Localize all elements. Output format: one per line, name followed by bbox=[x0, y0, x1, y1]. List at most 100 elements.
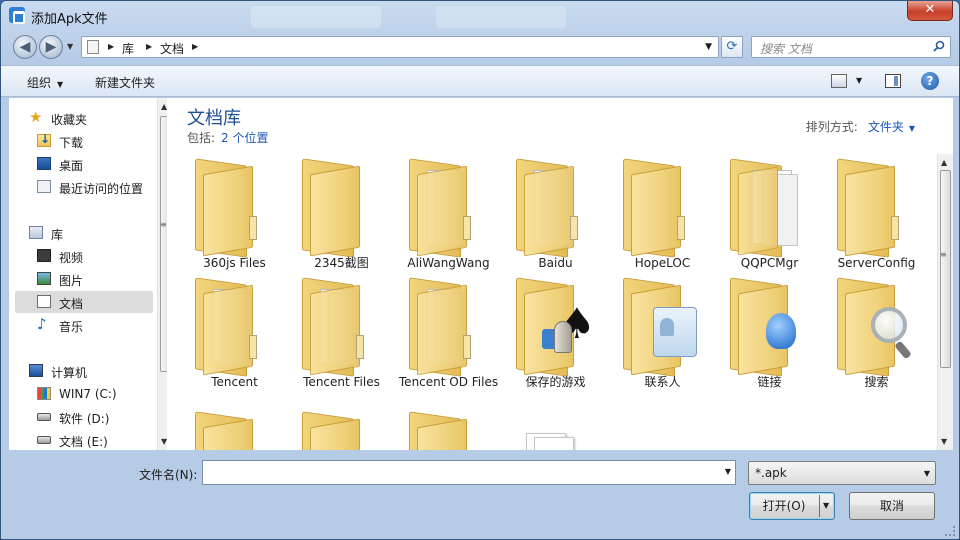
drive-icon bbox=[37, 413, 51, 421]
folder-item[interactable]: 2345截图 bbox=[288, 158, 395, 278]
desktop-icon bbox=[37, 157, 51, 170]
recent-pages-dropdown-icon[interactable]: ▼ bbox=[67, 42, 73, 51]
sidebar-item-drive-e[interactable]: 文档 (E:) bbox=[15, 429, 153, 451]
open-options-dropdown-icon[interactable]: ▼ bbox=[823, 493, 829, 519]
chess-pawn-spade-icon: ♠ bbox=[542, 303, 596, 357]
folder-item[interactable]: HopeLOC bbox=[609, 158, 716, 278]
file-type-select[interactable]: *.apk ▼ bbox=[748, 461, 936, 485]
arrange-by-dropdown[interactable]: 文件夹 bbox=[868, 120, 904, 134]
folder-icon bbox=[837, 158, 915, 258]
filename-label: 文件名(N): bbox=[139, 468, 198, 482]
folder-label: 2345截图 bbox=[314, 256, 369, 270]
sidebar-item-drive-c[interactable]: WIN7 (C:) bbox=[15, 383, 153, 405]
sidebar-item-drive-d[interactable]: 软件 (D:) bbox=[15, 406, 153, 428]
content-scrollbar[interactable]: ▲ ≡ ▼ bbox=[937, 154, 953, 450]
folder-with-documents-icon bbox=[302, 277, 380, 377]
refresh-button[interactable]: ⟳ bbox=[721, 36, 743, 58]
saved-games-folder-icon: ♠ bbox=[516, 277, 596, 377]
search-icon[interactable] bbox=[933, 40, 945, 52]
cancel-button[interactable]: 取消 bbox=[849, 492, 935, 520]
chevron-down-icon[interactable]: ▼ bbox=[909, 124, 915, 133]
folder-with-documents-icon bbox=[516, 158, 594, 258]
change-view-icon[interactable] bbox=[831, 74, 847, 88]
sidebar-computer[interactable]: 计算机 bbox=[15, 360, 153, 382]
folder-item[interactable]: AliWangWang bbox=[395, 158, 502, 278]
sidebar-item-label: WIN7 (C:) bbox=[59, 387, 117, 401]
documents-library-icon bbox=[37, 295, 51, 308]
sidebar-item-label: 音乐 bbox=[59, 320, 84, 334]
sidebar-item-documents[interactable]: 文档 bbox=[15, 291, 153, 313]
sidebar-libraries[interactable]: 库 bbox=[15, 222, 153, 244]
search-placeholder: 搜索 文档 bbox=[760, 42, 812, 56]
address-bar[interactable]: ▶ 库 ▶ 文档 ▶ ▼ bbox=[81, 36, 719, 58]
preview-pane-icon[interactable] bbox=[885, 74, 901, 88]
chevron-down-icon[interactable]: ▼ bbox=[924, 469, 930, 478]
folder-item[interactable]: Tencent bbox=[181, 277, 288, 397]
folder-item[interactable]: Baidu bbox=[502, 158, 609, 278]
window-title: 添加Apk文件 bbox=[31, 12, 108, 27]
includes-locations-link[interactable]: 2 个位置 bbox=[221, 131, 268, 145]
filename-input[interactable] bbox=[205, 463, 705, 482]
command-toolbar: 组织 ▼ 新建文件夹 ▼ ? bbox=[1, 65, 959, 97]
scroll-up-arrow-icon[interactable]: ▲ bbox=[941, 158, 947, 167]
folder-item[interactable]: 搜索 bbox=[823, 277, 930, 397]
breadcrumb-separator-icon[interactable]: ▶ bbox=[108, 42, 114, 51]
windows-drive-icon bbox=[37, 387, 51, 400]
folder-label: Baidu bbox=[538, 256, 573, 270]
address-history-dropdown-icon[interactable]: ▼ bbox=[705, 42, 712, 52]
folder-with-documents-icon bbox=[730, 158, 808, 258]
breadcrumb-separator-icon[interactable]: ▶ bbox=[146, 42, 152, 51]
breadcrumb-separator-icon[interactable]: ▶ bbox=[192, 42, 198, 51]
pictures-library-icon bbox=[37, 272, 51, 285]
new-folder-button[interactable]: 新建文件夹 bbox=[95, 74, 155, 91]
sidebar-item-music[interactable]: ♪ 音乐 bbox=[15, 314, 153, 336]
file-list-pane: 文档库 包括: 2 个位置 排列方式: 文件夹 ▼ 360js Files 2345截… bbox=[167, 98, 953, 450]
sidebar-favorites[interactable]: ★ 收藏夹 bbox=[15, 107, 153, 129]
file-item[interactable] bbox=[502, 411, 609, 450]
scroll-down-arrow-icon[interactable]: ▼ bbox=[941, 437, 947, 446]
split-divider bbox=[819, 495, 820, 517]
scrollbar-thumb[interactable] bbox=[940, 170, 951, 368]
magnifier-icon bbox=[867, 307, 912, 360]
close-button[interactable]: ✕ bbox=[907, 1, 953, 21]
folder-item[interactable]: ServerConfig bbox=[823, 158, 930, 278]
contact-card-icon bbox=[653, 307, 697, 357]
sidebar-item-label: 最近访问的位置 bbox=[59, 182, 144, 196]
sidebar-item-downloads[interactable]: 下载 bbox=[15, 130, 153, 152]
links-folder-icon bbox=[730, 277, 808, 377]
folder-label: AliWangWang bbox=[407, 256, 490, 270]
folder-item[interactable] bbox=[395, 411, 502, 450]
sidebar-item-desktop[interactable]: 桌面 bbox=[15, 153, 153, 175]
sidebar-item-pictures[interactable]: 图片 bbox=[15, 268, 153, 290]
help-icon[interactable]: ? bbox=[921, 72, 939, 90]
folder-item[interactable]: ♠ 保存的游戏 bbox=[502, 277, 609, 397]
open-button[interactable]: 打开(O) ▼ bbox=[749, 492, 835, 520]
sidebar-item-label: 视频 bbox=[59, 251, 84, 265]
filename-combobox[interactable]: ▼ bbox=[202, 460, 736, 485]
folder-item[interactable]: QQPCMgr bbox=[716, 158, 823, 278]
sidebar-item-recent-places[interactable]: 最近访问的位置 bbox=[15, 176, 153, 198]
filename-history-dropdown-icon[interactable]: ▼ bbox=[725, 467, 731, 476]
folder-item[interactable]: 360js Files bbox=[181, 158, 288, 278]
arrange-by-label: 排列方式: bbox=[805, 120, 858, 134]
folder-item[interactable]: Tencent OD Files bbox=[395, 277, 502, 397]
folder-item[interactable] bbox=[288, 411, 395, 450]
sidebar-item-videos[interactable]: 视频 bbox=[15, 245, 153, 267]
view-options-dropdown-icon[interactable]: ▼ bbox=[856, 76, 862, 85]
folder-item[interactable]: 联系人 bbox=[609, 277, 716, 397]
forward-button[interactable]: ▶ bbox=[39, 35, 63, 59]
folder-icon bbox=[623, 158, 701, 258]
folder-item[interactable]: 链接 bbox=[716, 277, 823, 397]
library-location-icon bbox=[87, 40, 99, 54]
resize-grip-icon[interactable] bbox=[945, 526, 955, 536]
breadcrumb-library[interactable]: 库 bbox=[122, 40, 134, 57]
back-button[interactable]: ◀ bbox=[13, 35, 37, 59]
search-box[interactable]: 搜索 文档 bbox=[751, 36, 951, 58]
sidebar-favorites-label: 收藏夹 bbox=[51, 113, 88, 127]
folder-item[interactable]: Tencent Files bbox=[288, 277, 395, 397]
folder-label: 360js Files bbox=[203, 256, 266, 270]
organize-button[interactable]: 组织 ▼ bbox=[27, 74, 63, 91]
breadcrumb-documents[interactable]: 文档 bbox=[160, 40, 184, 57]
shortcut-arrow-icon bbox=[760, 307, 804, 357]
folder-item[interactable] bbox=[181, 411, 288, 450]
